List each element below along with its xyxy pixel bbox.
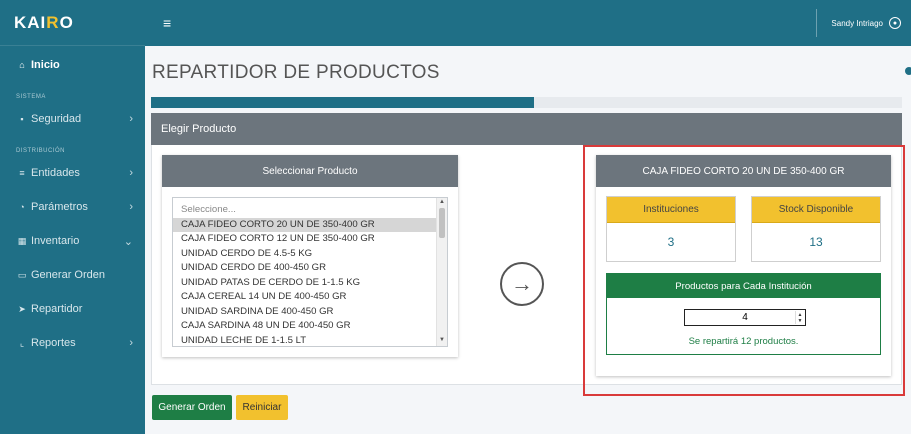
listbox-option[interactable]: UNIDAD PATAS DE CERDO DE 1-1.5 KG xyxy=(173,276,447,291)
instituciones-box: Instituciones 3 xyxy=(606,196,736,262)
users-icon: ◔ xyxy=(19,202,25,212)
progress-bar xyxy=(151,97,902,108)
spinner-icon[interactable]: ▲ ▼ xyxy=(795,311,804,324)
card-header: Elegir Producto xyxy=(151,113,902,145)
user-name: Sandy Intriago xyxy=(831,18,883,28)
listbox-placeholder[interactable]: Seleccione... xyxy=(173,203,447,218)
list-icon: ≡ xyxy=(19,168,25,178)
generate-order-button[interactable]: Generar Orden xyxy=(152,395,232,420)
instituciones-value: 3 xyxy=(667,235,675,249)
sidebar-item-entidades[interactable]: ≡ Entidades › xyxy=(0,156,145,190)
chevron-right-icon: › xyxy=(129,167,133,179)
quantity-stepper[interactable]: 4 ▲ ▼ xyxy=(684,309,806,326)
chevron-down-icon: ⌄ xyxy=(123,235,133,248)
sidebar-item-seguridad[interactable]: ▪ Seguridad › xyxy=(0,102,145,136)
scrollbar-thumb[interactable] xyxy=(439,208,445,238)
chevron-right-icon: › xyxy=(129,113,133,125)
topbar: ≡ Sandy Intriago ● xyxy=(145,0,911,46)
arrow-right-circle-icon: → xyxy=(500,262,544,306)
reset-button[interactable]: Reiniciar xyxy=(236,395,288,420)
page-title: REPARTIDOR DE PRODUCTOS xyxy=(152,62,440,83)
sidebar-item-inventario[interactable]: ▦ Inventario ⌄ xyxy=(0,224,145,258)
stock-value: 13 xyxy=(809,235,823,249)
distribution-note: Se repartirá 12 productos. xyxy=(688,336,799,347)
listbox-scrollbar[interactable]: ▲ ▼ xyxy=(436,198,447,346)
sidebar-item-inicio[interactable]: ⌂ Inicio xyxy=(0,48,145,82)
listbox-option[interactable]: CAJA SARDINA 48 UN DE 400-450 GR xyxy=(173,319,447,334)
sidebar-item-repartidor[interactable]: ➤ Repartidor xyxy=(0,292,145,326)
sidebar-item-parametros[interactable]: ◔ Parámetros › xyxy=(0,190,145,224)
listbox-option[interactable]: UNIDAD SARDINA DE 400-450 GR xyxy=(173,305,447,320)
select-product-card: Seleccionar Producto Seleccione... CAJA F… xyxy=(162,155,458,357)
brand-accent: R xyxy=(46,12,60,32)
chevron-right-icon: › xyxy=(129,201,133,213)
select-product-title: Seleccionar Producto xyxy=(162,155,458,187)
product-listbox[interactable]: Seleccione... CAJA FIDEO CORTO 20 UN DE 3… xyxy=(172,197,448,347)
chart-icon: ⌞ xyxy=(19,337,25,348)
home-icon: ⌂ xyxy=(19,60,25,70)
sidebar: KAI R O ⌂ Inicio SISTEMA ▪ Seguridad › DIS… xyxy=(0,0,145,434)
stock-box: Stock Disponible 13 xyxy=(751,196,881,262)
product-title: CAJA FIDEO CORTO 20 UN DE 350-400 GR xyxy=(596,155,891,187)
user-icon: ● xyxy=(889,17,901,29)
listbox-option[interactable]: CAJA CEREAL 14 UN DE 400-450 GR xyxy=(173,290,447,305)
scroll-up-icon[interactable]: ▲ xyxy=(439,199,445,205)
section-sistema: SISTEMA xyxy=(16,94,46,100)
sidebar-item-generar-orden[interactable]: ▭ Generar Orden xyxy=(0,258,145,292)
sidebar-item-reportes[interactable]: ⌞ Reportes › xyxy=(0,326,145,360)
listbox-option[interactable]: UNIDAD CERDO DE 4.5-5 KG xyxy=(173,247,447,262)
brand-text: KAI xyxy=(14,12,47,32)
stock-label: Stock Disponible xyxy=(752,197,880,223)
distribution-title: Productos para Cada Institución xyxy=(607,274,880,298)
boxes-icon: ▦ xyxy=(17,235,27,246)
listbox-option[interactable]: UNIDAD CERDO DE 400-450 GR xyxy=(173,261,447,276)
brand-text-end: O xyxy=(59,12,74,32)
order-icon: ▭ xyxy=(17,269,27,280)
section-distribucion: DISTRIBUCIÓN xyxy=(16,148,66,154)
chevron-right-icon: › xyxy=(129,337,133,349)
distribution-box: Productos para Cada Institución 4 ▲ ▼ Se … xyxy=(606,273,881,355)
scroll-indicator xyxy=(905,67,911,75)
user-menu[interactable]: Sandy Intriago ● xyxy=(816,9,911,37)
send-icon: ➤ xyxy=(18,303,26,314)
quantity-value: 4 xyxy=(742,312,748,323)
listbox-option[interactable]: CAJA FIDEO CORTO 20 UN DE 350-400 GR xyxy=(173,217,447,232)
progress-fill xyxy=(151,97,534,108)
hamburger-icon[interactable]: ≡ xyxy=(163,15,171,31)
product-detail-card: CAJA FIDEO CORTO 20 UN DE 350-400 GR Ins… xyxy=(596,155,891,376)
listbox-option[interactable]: CAJA FIDEO CORTO 12 UN DE 350-400 GR xyxy=(173,232,447,247)
brand-logo[interactable]: KAI R O xyxy=(0,0,145,46)
listbox-option[interactable]: UNIDAD LECHE DE 1-1.5 LT xyxy=(173,334,447,347)
lock-icon: ▪ xyxy=(20,114,24,124)
scroll-down-icon[interactable]: ▼ xyxy=(439,337,445,343)
instituciones-label: Instituciones xyxy=(607,197,735,223)
